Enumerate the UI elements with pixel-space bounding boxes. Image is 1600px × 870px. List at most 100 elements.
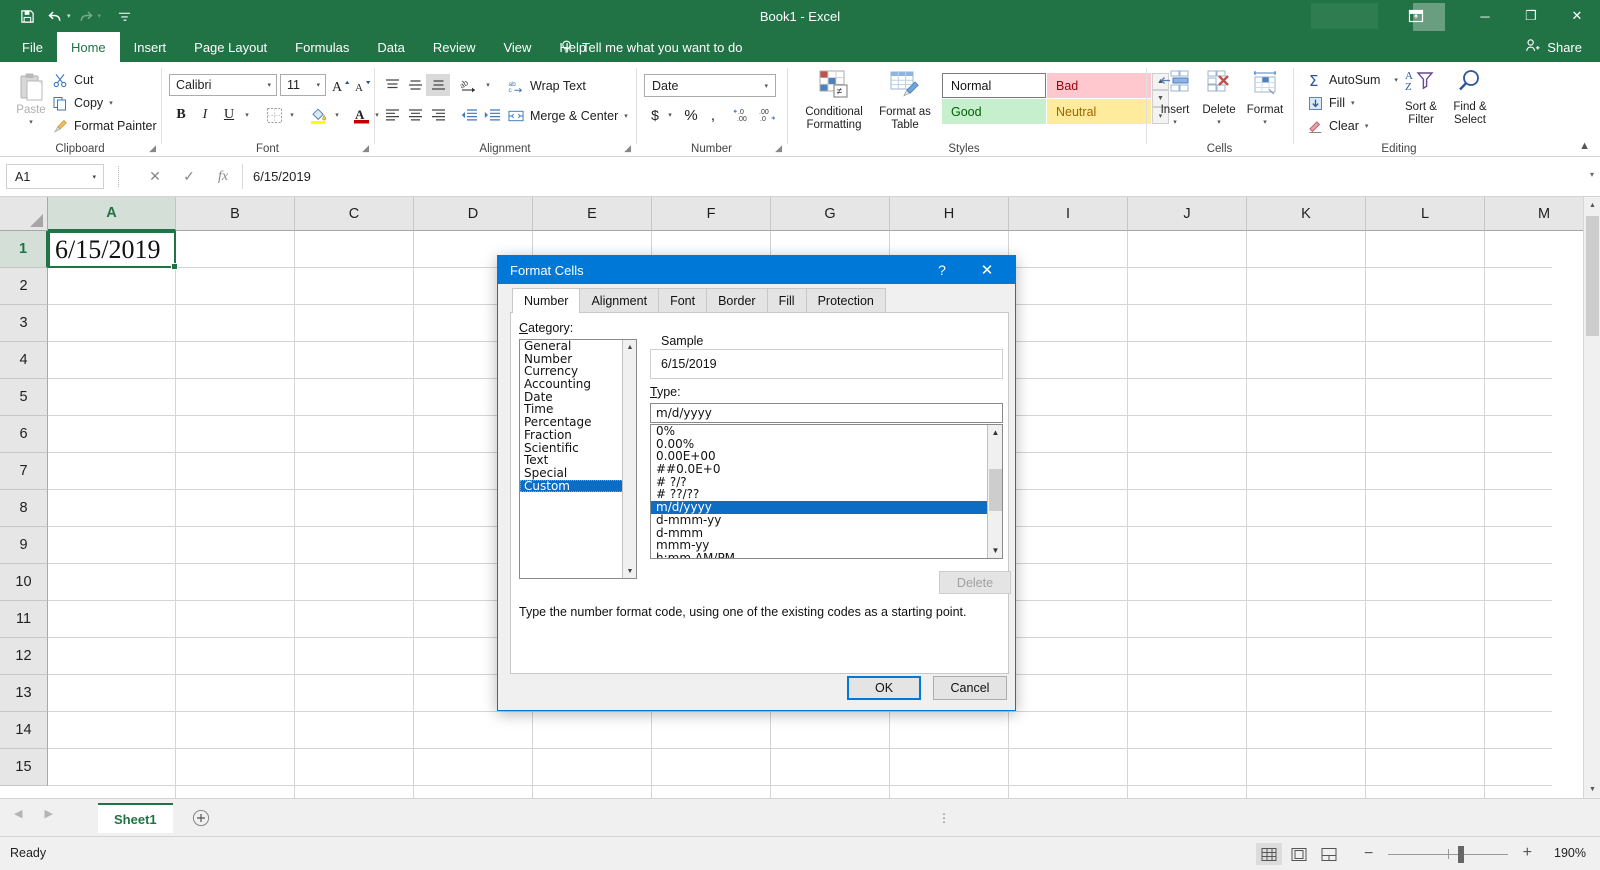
- minimize-button[interactable]: ─: [1462, 0, 1508, 32]
- category-item-percentage[interactable]: Percentage: [520, 416, 636, 429]
- normal-view-icon[interactable]: [1256, 843, 1282, 865]
- paste-dropdown-icon[interactable]: ▾: [29, 118, 33, 126]
- column-header-H[interactable]: H: [890, 197, 1009, 231]
- row-header-5[interactable]: 5: [0, 379, 48, 416]
- font-name-combobox[interactable]: Calibri ▾: [169, 74, 277, 96]
- borders-button[interactable]: [262, 104, 286, 126]
- close-button[interactable]: ✕: [1554, 0, 1600, 32]
- insert-dropdown-icon[interactable]: ▾: [1173, 119, 1177, 127]
- type-scroll-thumb[interactable]: [989, 469, 1002, 511]
- scroll-down-icon[interactable]: ▼: [1584, 781, 1600, 798]
- column-header-B[interactable]: B: [176, 197, 295, 231]
- column-header-K[interactable]: K: [1247, 197, 1366, 231]
- type-item-10[interactable]: h:mm AM/PM: [651, 552, 1002, 558]
- category-item-special[interactable]: Special: [520, 467, 636, 480]
- find-select-button[interactable]: Find & Select: [1444, 68, 1496, 128]
- decrease-font-size-button[interactable]: A: [352, 74, 375, 96]
- fill-color-button[interactable]: [307, 104, 331, 126]
- fill-handle[interactable]: [171, 263, 178, 270]
- cell-style-neutral[interactable]: Neutral: [1047, 99, 1151, 124]
- ribbon-display-options-icon[interactable]: [1394, 0, 1438, 32]
- row-header-14[interactable]: 14: [0, 712, 48, 749]
- category-item-fraction[interactable]: Fraction: [520, 429, 636, 442]
- zoom-out-icon[interactable]: −: [1364, 845, 1373, 863]
- merge-dropdown-icon[interactable]: ▾: [624, 112, 628, 120]
- borders-dropdown-icon[interactable]: ▾: [285, 104, 299, 126]
- paste-button[interactable]: Paste ▾: [8, 68, 54, 138]
- tell-me-search[interactable]: Tell me what you want to do: [560, 32, 742, 62]
- chevron-down-icon[interactable]: ▾: [764, 82, 768, 90]
- row-header-10[interactable]: 10: [0, 564, 48, 601]
- conditional-formatting-button[interactable]: ≠ Conditional Formatting: [798, 70, 870, 133]
- column-header-E[interactable]: E: [533, 197, 652, 231]
- type-scrollbar[interactable]: ▲ ▼: [987, 425, 1002, 558]
- decrease-decimal-button[interactable]: .00.0: [755, 104, 779, 126]
- zoom-in-icon[interactable]: +: [1523, 844, 1532, 862]
- column-header-A[interactable]: A: [48, 197, 176, 231]
- chevron-down-icon[interactable]: ▾: [267, 81, 271, 89]
- category-item-custom[interactable]: Custom: [520, 479, 636, 493]
- tab-formulas[interactable]: Formulas: [281, 32, 363, 62]
- increase-font-size-button[interactable]: A: [330, 74, 353, 96]
- enter-entry-button[interactable]: ✓: [172, 164, 206, 189]
- add-sheet-icon[interactable]: [192, 809, 210, 827]
- bold-button[interactable]: B: [170, 104, 192, 126]
- copy-button[interactable]: Copy ▾: [52, 95, 113, 111]
- autosum-button[interactable]: Σ AutoSum ▾: [1307, 72, 1398, 88]
- clear-dropdown-icon[interactable]: ▾: [1365, 122, 1369, 130]
- column-header-I[interactable]: I: [1009, 197, 1128, 231]
- comma-style-button[interactable]: ,: [703, 104, 723, 126]
- column-header-J[interactable]: J: [1128, 197, 1247, 231]
- underline-button[interactable]: U: [218, 104, 240, 126]
- clipboard-dialog-launcher-icon[interactable]: ◢: [149, 143, 156, 154]
- cell-A1[interactable]: 6/15/2019: [48, 231, 176, 268]
- delete-cells-button[interactable]: Delete ▾: [1195, 70, 1243, 127]
- select-all-corner[interactable]: [0, 197, 48, 231]
- row-header-11[interactable]: 11: [0, 601, 48, 638]
- tab-view[interactable]: View: [489, 32, 545, 62]
- align-bottom-button[interactable]: [426, 74, 450, 96]
- dialog-help-icon[interactable]: ?: [927, 256, 957, 284]
- column-header-G[interactable]: G: [771, 197, 890, 231]
- row-header-15[interactable]: 15: [0, 749, 48, 786]
- fill-button[interactable]: Fill ▾: [1307, 95, 1354, 111]
- share-button[interactable]: Share: [1525, 32, 1582, 62]
- cut-button[interactable]: Cut: [52, 72, 93, 88]
- type-input[interactable]: m/d/yyyy: [650, 403, 1003, 423]
- name-box[interactable]: A1 ▾: [6, 164, 104, 189]
- vertical-scrollbar[interactable]: ▲ ▼: [1583, 197, 1600, 798]
- font-dialog-launcher-icon[interactable]: ◢: [362, 143, 369, 154]
- number-dialog-launcher-icon[interactable]: ◢: [775, 143, 782, 154]
- scroll-up-icon[interactable]: ▲: [988, 425, 1002, 440]
- fill-color-dropdown-icon[interactable]: ▾: [330, 104, 344, 126]
- chevron-down-icon[interactable]: ▾: [92, 173, 96, 181]
- increase-decimal-button[interactable]: .0.00: [732, 104, 756, 126]
- row-header-13[interactable]: 13: [0, 675, 48, 712]
- align-middle-button[interactable]: [403, 74, 427, 96]
- category-item-accounting[interactable]: Accounting: [520, 378, 636, 391]
- previous-sheet-icon[interactable]: ◀: [14, 807, 22, 820]
- row-header-4[interactable]: 4: [0, 342, 48, 379]
- underline-dropdown-icon[interactable]: ▾: [240, 104, 254, 126]
- row-header-12[interactable]: 12: [0, 638, 48, 675]
- row-header-1[interactable]: 1: [0, 231, 48, 268]
- cell-style-good[interactable]: Good: [942, 99, 1046, 124]
- clear-button[interactable]: Clear ▾: [1307, 118, 1368, 134]
- tab-home[interactable]: Home: [56, 32, 120, 62]
- type-item-0[interactable]: 0%: [651, 425, 1002, 438]
- cancel-entry-button[interactable]: ✕: [138, 164, 172, 189]
- dialog-tab-border[interactable]: Border: [706, 288, 768, 312]
- row-header-6[interactable]: 6: [0, 416, 48, 453]
- scroll-up-icon[interactable]: ▲: [623, 340, 636, 354]
- format-as-table-button[interactable]: Format as Table: [872, 70, 938, 133]
- ok-button[interactable]: OK: [847, 676, 921, 700]
- fill-dropdown-icon[interactable]: ▾: [1351, 99, 1355, 107]
- column-header-D[interactable]: D: [414, 197, 533, 231]
- increase-indent-button[interactable]: [480, 104, 504, 126]
- dialog-close-icon[interactable]: ✕: [967, 256, 1007, 284]
- category-item-text[interactable]: Text: [520, 454, 636, 467]
- align-right-button[interactable]: [426, 104, 450, 126]
- zoom-slider[interactable]: − +: [1364, 843, 1532, 865]
- sheet-overflow-icon[interactable]: ⋮: [938, 811, 950, 825]
- scroll-up-icon[interactable]: ▲: [1584, 197, 1600, 214]
